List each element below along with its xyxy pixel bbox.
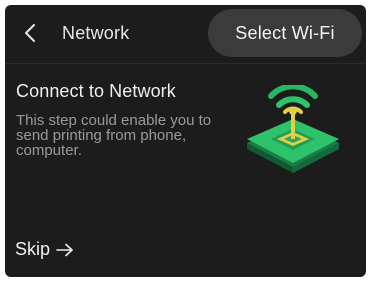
section-description: This step could enable you to send print… (16, 112, 212, 159)
section-title: Connect to Network (16, 81, 176, 101)
network-screen: Network Select Wi-Fi Connect to Network … (5, 5, 366, 277)
skip-button[interactable]: Skip (15, 239, 74, 260)
select-wifi-button[interactable]: Select Wi-Fi (208, 9, 362, 57)
skip-label: Skip (15, 239, 51, 259)
header: Network Select Wi-Fi (5, 5, 366, 61)
arrow-right-icon (56, 243, 73, 256)
wifi-printer-illustration (243, 83, 343, 175)
chevron-left-icon (25, 24, 35, 42)
page-title: Network (62, 23, 130, 43)
back-button[interactable] (19, 21, 43, 45)
header-divider (5, 63, 366, 64)
